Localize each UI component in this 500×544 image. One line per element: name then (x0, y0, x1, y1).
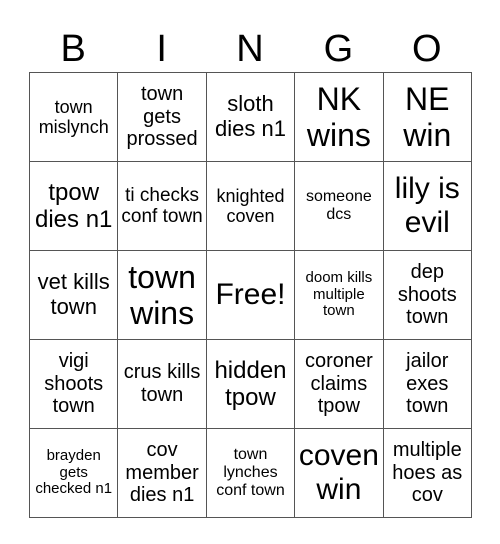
bingo-header: BINGO (29, 26, 471, 72)
bingo-cell[interactable]: ti checks conf town (117, 161, 207, 251)
bingo-row: vet kills town town wins Free! doom kills m… (28, 250, 473, 340)
bingo-cell[interactable]: crus kills town (117, 339, 207, 429)
bingo-cell[interactable]: doom kills multiple town (294, 250, 384, 340)
bingo-cell[interactable]: town wins (117, 250, 207, 340)
bingo-row: tpow dies n1 ti checks conf town knighted … (28, 161, 473, 251)
free-space[interactable]: Free! (205, 250, 296, 340)
bingo-cell[interactable]: knighted coven (205, 161, 296, 251)
bingo-row: vigi shoots town crus kills town hidden tp… (28, 339, 473, 429)
bingo-row: brayden gets checked n1 cov member dies n… (28, 428, 473, 518)
bingo-row: town mislynch town gets prossed sloth dies… (28, 72, 473, 162)
bingo-cell[interactable]: NE win (382, 72, 473, 162)
bingo-cell[interactable]: coven win (294, 428, 384, 518)
bingo-cell[interactable]: town mislynch (28, 72, 119, 162)
bingo-cell[interactable]: hidden tpow (205, 339, 296, 429)
bingo-card: town mislynch town gets prossed sloth dies… (28, 72, 473, 518)
header-letter: B (60, 28, 86, 70)
bingo-cell[interactable]: lily is evil (382, 161, 473, 251)
bingo-cell[interactable]: tpow dies n1 (28, 161, 119, 251)
bingo-cell[interactable]: town lynches conf town (205, 428, 296, 518)
header-letter: N (236, 28, 264, 70)
header-letter: O (412, 28, 442, 70)
bingo-cell[interactable]: NK wins (294, 72, 384, 162)
bingo-cell[interactable]: jailor exes town (382, 339, 473, 429)
bingo-cell[interactable]: someone dcs (294, 161, 384, 251)
bingo-cell[interactable]: town gets prossed (117, 72, 207, 162)
bingo-cell[interactable]: coroner claims tpow (294, 339, 384, 429)
bingo-cell[interactable]: brayden gets checked n1 (28, 428, 119, 518)
header-letter: G (323, 28, 354, 70)
bingo-cell[interactable]: multiple hoes as cov (382, 428, 473, 518)
bingo-cell[interactable]: dep shoots town (382, 250, 473, 340)
bingo-cell[interactable]: vigi shoots town (28, 339, 119, 429)
header-letter: I (156, 28, 167, 70)
bingo-cell[interactable]: vet kills town (28, 250, 119, 340)
bingo-cell[interactable]: sloth dies n1 (205, 72, 296, 162)
bingo-cell[interactable]: cov member dies n1 (117, 428, 207, 518)
